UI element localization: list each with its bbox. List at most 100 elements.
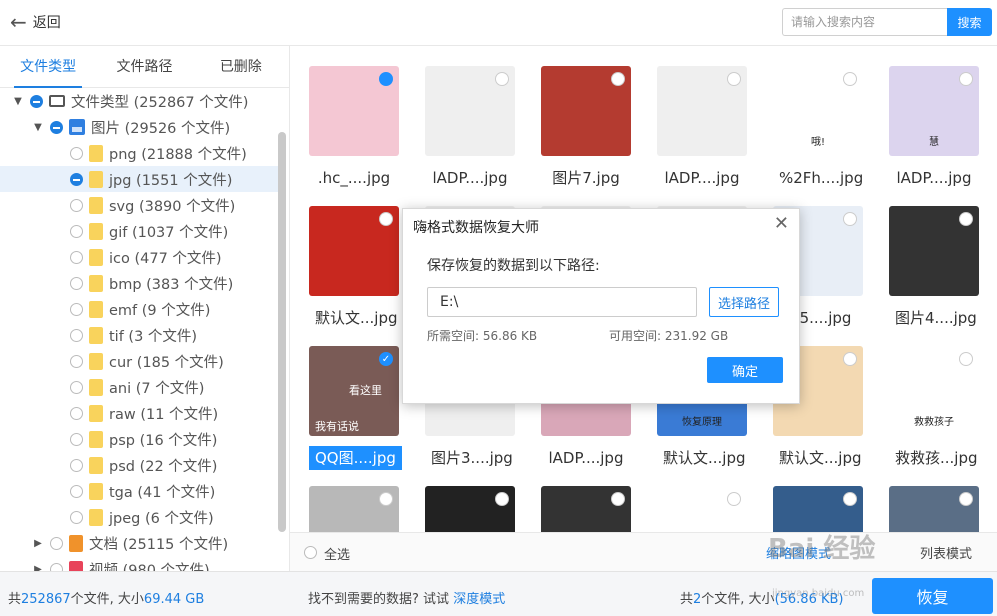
select-all-label[interactable]: 全选 <box>324 544 350 563</box>
tree-checkbox[interactable] <box>70 510 83 524</box>
file-thumbnail[interactable]: 举手之劳, 给个赞 <box>657 486 747 532</box>
tree-checkbox[interactable] <box>70 328 83 342</box>
thumbnail-image[interactable]: 救救孩子 <box>889 346 979 436</box>
tree-item-ani[interactable]: ani (7 个文件) <box>0 374 280 400</box>
select-checkbox[interactable] <box>379 72 393 86</box>
tree-item-tif[interactable]: tif (3 个文件) <box>0 322 280 348</box>
tree-item-raw[interactable]: raw (11 个文件) <box>0 400 280 426</box>
tree-checkbox[interactable] <box>70 276 83 290</box>
tree-item-bmp[interactable]: bmp (383 个文件) <box>0 270 280 296</box>
file-thumbnail[interactable]: 图片7.jpg <box>541 66 631 190</box>
deep-mode-link[interactable]: 深度模式 <box>453 592 505 607</box>
file-thumbnail[interactable] <box>889 486 979 532</box>
tab-file-path[interactable]: 文件路径 <box>96 46 192 87</box>
tree-item-ico[interactable]: ico (477 个文件) <box>0 244 280 270</box>
select-checkbox[interactable] <box>727 492 741 506</box>
tree-checkbox[interactable] <box>70 458 83 472</box>
tree-checkbox[interactable] <box>70 172 83 186</box>
thumbnail-image[interactable] <box>425 486 515 532</box>
close-icon[interactable]: ✕ <box>774 213 789 234</box>
thumbnail-image[interactable]: 看这里 我有话说 ✓ <box>309 346 399 436</box>
thumbnail-image[interactable]: 举手之劳, 给个赞 <box>657 486 747 532</box>
tree-checkbox[interactable] <box>70 250 83 264</box>
select-checkbox[interactable] <box>611 492 625 506</box>
tab-file-type[interactable]: 文件类型 <box>0 46 96 88</box>
thumbnail-image[interactable] <box>889 206 979 296</box>
tree-checkbox[interactable] <box>50 120 63 134</box>
caret-down-icon[interactable]: ▼ <box>32 122 44 133</box>
tree-scrollbar[interactable] <box>278 132 286 532</box>
select-checkbox[interactable] <box>611 72 625 86</box>
select-checkbox[interactable] <box>843 352 857 366</box>
file-thumbnail[interactable]: lADP....jpg <box>657 66 747 190</box>
file-thumbnail[interactable] <box>309 486 399 532</box>
thumbnail-image[interactable] <box>889 486 979 532</box>
tree-checkbox[interactable] <box>70 224 83 238</box>
tree-item-jpeg[interactable]: jpeg (6 个文件) <box>0 504 280 530</box>
tree-checkbox[interactable] <box>70 432 83 446</box>
confirm-button[interactable]: 确定 <box>707 357 783 383</box>
tree-item-cur[interactable]: cur (185 个文件) <box>0 348 280 374</box>
thumbnail-image[interactable] <box>309 206 399 296</box>
tree-item-root[interactable]: ▼ 文件类型 (252867 个文件) <box>0 88 280 114</box>
save-path-input[interactable] <box>427 287 697 317</box>
tree-item-emf[interactable]: emf (9 个文件) <box>0 296 280 322</box>
file-thumbnail[interactable]: 救救孩子 救救孩...jpg <box>889 346 979 470</box>
choose-path-button[interactable]: 选择路径 <box>709 287 779 317</box>
thumbnail-image[interactable] <box>773 486 863 532</box>
select-checkbox[interactable] <box>959 352 973 366</box>
tree-item-psd[interactable]: psd (22 个文件) <box>0 452 280 478</box>
tree-item-documents[interactable]: ▶ 文档 (25115 个文件) <box>0 530 280 556</box>
file-thumbnail[interactable]: 图片4....jpg <box>889 206 979 330</box>
select-checkbox[interactable] <box>495 492 509 506</box>
tree-checkbox[interactable] <box>70 302 83 316</box>
tree-item-png[interactable]: png (21888 个文件) <box>0 140 280 166</box>
search-input[interactable] <box>782 8 947 36</box>
tree-checkbox[interactable] <box>50 536 63 550</box>
thumbnail-image[interactable] <box>309 66 399 156</box>
file-thumbnail[interactable]: 慧 lADP....jpg <box>889 66 979 190</box>
thumbnail-image[interactable] <box>309 486 399 532</box>
tree-checkbox[interactable] <box>70 354 83 368</box>
tree-item-psp[interactable]: psp (16 个文件) <box>0 426 280 452</box>
back-button[interactable]: ← 返回 <box>10 12 61 32</box>
caret-right-icon[interactable]: ▶ <box>32 564 44 572</box>
tree-checkbox[interactable] <box>50 562 63 571</box>
tree-item-tga[interactable]: tga (41 个文件) <box>0 478 280 504</box>
caret-right-icon[interactable]: ▶ <box>32 538 44 549</box>
select-checkbox[interactable] <box>727 72 741 86</box>
tree-checkbox[interactable] <box>70 406 83 420</box>
thumbnail-image[interactable] <box>425 66 515 156</box>
select-checkbox[interactable]: ✓ <box>379 352 393 366</box>
select-checkbox[interactable] <box>843 72 857 86</box>
thumbnail-image[interactable]: 哦! <box>773 66 863 156</box>
tree-item-videos[interactable]: ▶ 视频 (980 个文件) <box>0 556 280 571</box>
file-thumbnail[interactable]: 哦! %2Fh....jpg <box>773 66 863 190</box>
tree-item-jpg[interactable]: jpg (1551 个文件) <box>0 166 280 192</box>
select-checkbox[interactable] <box>843 492 857 506</box>
file-thumbnail[interactable]: 默认文...jpg <box>309 206 399 330</box>
tree-checkbox[interactable] <box>30 94 43 108</box>
select-checkbox[interactable] <box>959 492 973 506</box>
select-checkbox[interactable] <box>495 72 509 86</box>
tree-item-svg[interactable]: svg (3890 个文件) <box>0 192 280 218</box>
tab-deleted[interactable]: 已删除 <box>193 46 289 87</box>
tree-checkbox[interactable] <box>70 198 83 212</box>
select-checkbox[interactable] <box>959 212 973 226</box>
select-checkbox[interactable] <box>959 72 973 86</box>
thumbnail-image[interactable] <box>541 486 631 532</box>
select-checkbox[interactable] <box>379 492 393 506</box>
tree-checkbox[interactable] <box>70 484 83 498</box>
caret-down-icon[interactable]: ▼ <box>12 96 24 107</box>
list-mode-button[interactable]: 列表模式 <box>920 543 972 562</box>
thumbnail-image[interactable] <box>657 66 747 156</box>
file-thumbnail[interactable]: .hc_....jpg <box>309 66 399 190</box>
tree-item-images[interactable]: ▼ 图片 (29526 个文件) <box>0 114 280 140</box>
tree-item-gif[interactable]: gif (1037 个文件) <box>0 218 280 244</box>
select-all-checkbox[interactable] <box>304 546 317 559</box>
file-thumbnail[interactable]: lADP....jpg <box>425 66 515 190</box>
thumbnail-image[interactable]: 慧 <box>889 66 979 156</box>
file-thumbnail[interactable] <box>425 486 515 532</box>
search-button[interactable]: 搜索 <box>947 8 992 36</box>
select-checkbox[interactable] <box>843 212 857 226</box>
